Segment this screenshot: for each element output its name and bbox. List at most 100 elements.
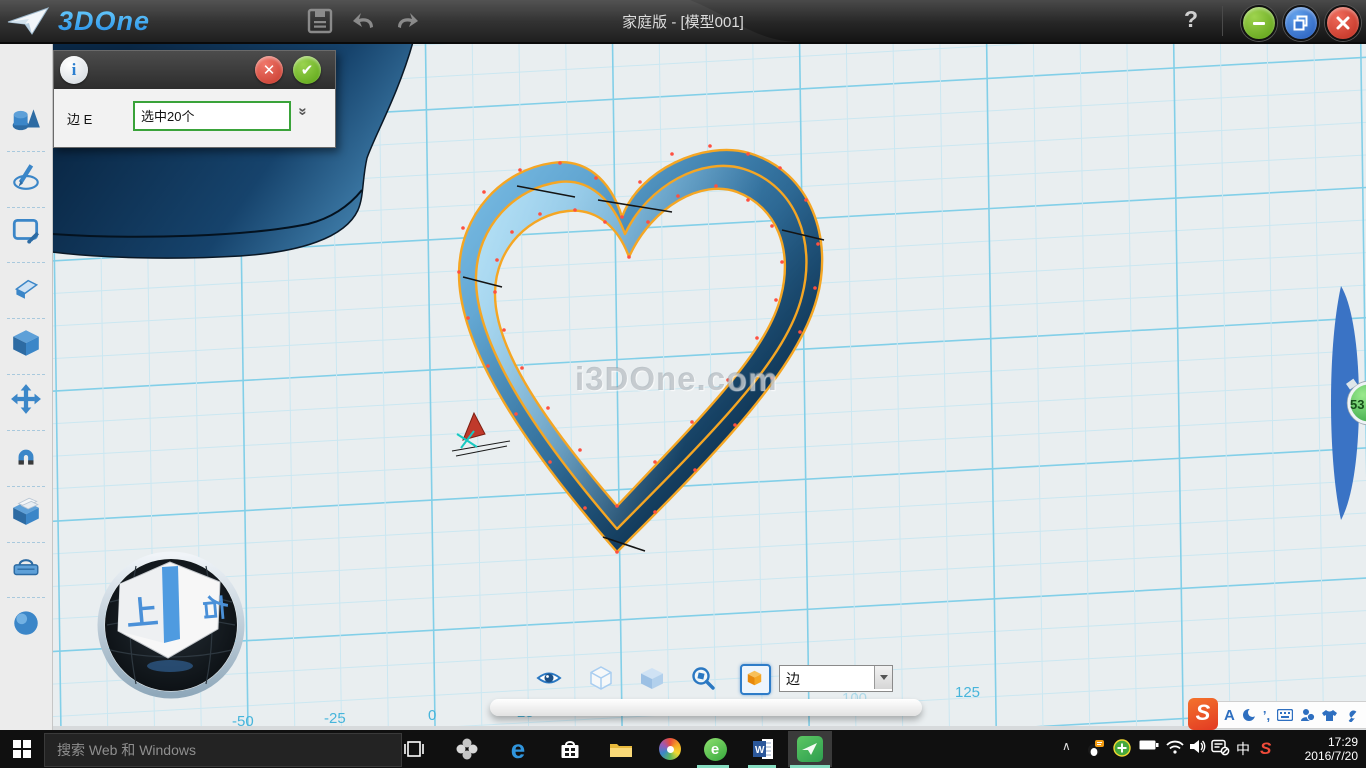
app-icon-word[interactable]: W <box>749 736 777 762</box>
skin-tshirt-icon[interactable] <box>1322 709 1337 722</box>
sidebar-separator <box>7 374 45 375</box>
tray-volume-icon[interactable] <box>1189 739 1207 754</box>
wrench-settings-icon[interactable] <box>1344 708 1358 722</box>
moon-icon[interactable] <box>1242 708 1256 722</box>
display-filter-button[interactable] <box>740 664 771 695</box>
pinwheel-icon <box>659 738 681 760</box>
sidebar-separator <box>7 542 45 543</box>
app-icon-360-browser[interactable] <box>656 736 684 762</box>
task-view-icon <box>403 741 425 757</box>
tray-ime-indicator[interactable]: 中 <box>1236 739 1250 759</box>
ime-letter-a-icon[interactable]: A <box>1224 707 1235 724</box>
minimize-button[interactable] <box>1241 5 1277 41</box>
undo-icon[interactable] <box>351 7 379 35</box>
sidebar-tool-move[interactable] <box>10 383 42 415</box>
title-bar: 3DOne 家庭版 - [模型001] ? <box>0 0 1366 44</box>
move-manipulator[interactable] <box>452 413 510 456</box>
sidebar-tool-eraser[interactable] <box>10 271 42 303</box>
measure-icon <box>10 550 42 582</box>
tray-sogou-icon[interactable]: S <box>1260 739 1271 759</box>
word-icon: W <box>751 737 775 761</box>
view-cube-front-edge[interactable] <box>162 566 180 643</box>
app-icon-compress[interactable] <box>453 736 481 762</box>
app-logo: 3DOne <box>6 4 216 38</box>
app-icon-edge[interactable]: e <box>504 736 532 762</box>
sidebar-tool-sketch-edit[interactable] <box>10 215 42 247</box>
flower-icon <box>456 738 478 760</box>
edge-selection-input[interactable]: 选中20个 <box>133 101 291 131</box>
shaded-mode-icon[interactable] <box>639 665 665 691</box>
confirm-button[interactable]: ✔ <box>293 56 321 84</box>
keyboard-icon[interactable] <box>1277 709 1293 721</box>
clock-time: 17:29 <box>1296 735 1358 749</box>
view-cube[interactable]: 上 右 <box>96 546 246 708</box>
punctuation-icon[interactable]: ’, <box>1263 708 1270 723</box>
cancel-button[interactable]: ✕ <box>255 56 283 84</box>
tool-sidebar <box>0 42 53 730</box>
user-badge-icon[interactable] <box>1300 708 1315 722</box>
visibility-eye-icon[interactable] <box>536 665 562 691</box>
edge-field-label: 边 E <box>67 109 92 128</box>
pick-filter-dropdown[interactable]: 边 <box>779 665 893 692</box>
plane-tile-icon <box>797 736 823 762</box>
redo-icon[interactable] <box>392 7 420 35</box>
sidebar-tool-material[interactable] <box>10 606 42 638</box>
sidebar-separator <box>7 207 45 208</box>
restore-button[interactable] <box>1283 5 1319 41</box>
chevron-down-icon[interactable] <box>874 666 892 689</box>
axis-tick--25: -25 <box>324 710 346 727</box>
task-view-button[interactable] <box>400 736 428 762</box>
sidebar-tool-sketch[interactable] <box>10 160 42 192</box>
eraser-icon <box>10 271 42 303</box>
help-button[interactable]: ? <box>1184 6 1198 33</box>
axis-tick-0: 0 <box>428 707 436 724</box>
store-bag-icon <box>559 738 581 760</box>
move-icon <box>10 383 42 415</box>
sogou-logo[interactable]: S <box>1188 698 1218 730</box>
feature-icon <box>10 327 42 359</box>
sketch-icon <box>10 160 42 192</box>
taskbar-clock[interactable]: 17:29 2016/7/20 <box>1296 735 1358 763</box>
svg-text:W: W <box>755 745 765 756</box>
start-button[interactable] <box>0 730 44 768</box>
windows-logo-icon <box>13 740 31 758</box>
sogou-ime-toolbar[interactable]: A ’, <box>1203 701 1366 729</box>
sidebar-tool-magnet[interactable] <box>10 439 42 471</box>
sketch-edit-icon <box>10 215 42 247</box>
sidebar-tool-primitives[interactable] <box>10 104 42 136</box>
search-input[interactable]: 搜索 Web 和 Windows <box>44 733 402 767</box>
tray-battery-icon[interactable] <box>1139 739 1159 751</box>
app-icon-explorer[interactable] <box>607 736 635 762</box>
axis-tick-125: 125 <box>955 684 980 701</box>
dialog-header[interactable]: i ✕ ✔ <box>54 51 335 89</box>
restore-icon <box>1293 15 1309 31</box>
tray-notification-icon[interactable] <box>1211 739 1231 756</box>
app-name: 3DOne <box>58 6 150 37</box>
expand-chevron-icon[interactable]: » <box>295 107 312 115</box>
tray-qq-icon[interactable] <box>1086 739 1104 757</box>
tray-wifi-icon[interactable] <box>1165 739 1185 754</box>
close-button[interactable] <box>1325 5 1361 41</box>
primitives-icon <box>10 104 42 136</box>
view-cube-reflection <box>147 660 193 672</box>
paper-plane-icon <box>6 5 52 37</box>
app-icon-store[interactable] <box>556 736 584 762</box>
wireframe-mode-icon[interactable] <box>588 665 614 691</box>
view-cube-left-face-label[interactable]: 上 <box>125 594 160 633</box>
material-icon <box>10 606 42 638</box>
sidebar-tool-measure[interactable] <box>10 550 42 582</box>
orange-cube-icon <box>742 666 767 691</box>
app-icon-3done[interactable] <box>796 736 824 762</box>
heart-model[interactable] <box>457 144 824 554</box>
zoom-magnifier-icon[interactable] <box>690 665 716 691</box>
tray-expand-chevron[interactable]: ∧ <box>1062 739 1071 753</box>
window-title: 家庭版 - [模型001] <box>622 11 744 32</box>
view-cube-right-face-label[interactable]: 右 <box>199 593 231 622</box>
save-icon[interactable] <box>306 7 334 35</box>
watermark: i3DOne.com <box>575 360 815 398</box>
sidebar-tool-combine[interactable] <box>10 495 42 527</box>
tray-360-safe-icon[interactable] <box>1113 739 1131 757</box>
side-panel-handle[interactable]: 53 <box>1331 286 1366 520</box>
sidebar-tool-feature[interactable] <box>10 327 42 359</box>
app-icon-green-browser[interactable]: e <box>701 736 729 762</box>
